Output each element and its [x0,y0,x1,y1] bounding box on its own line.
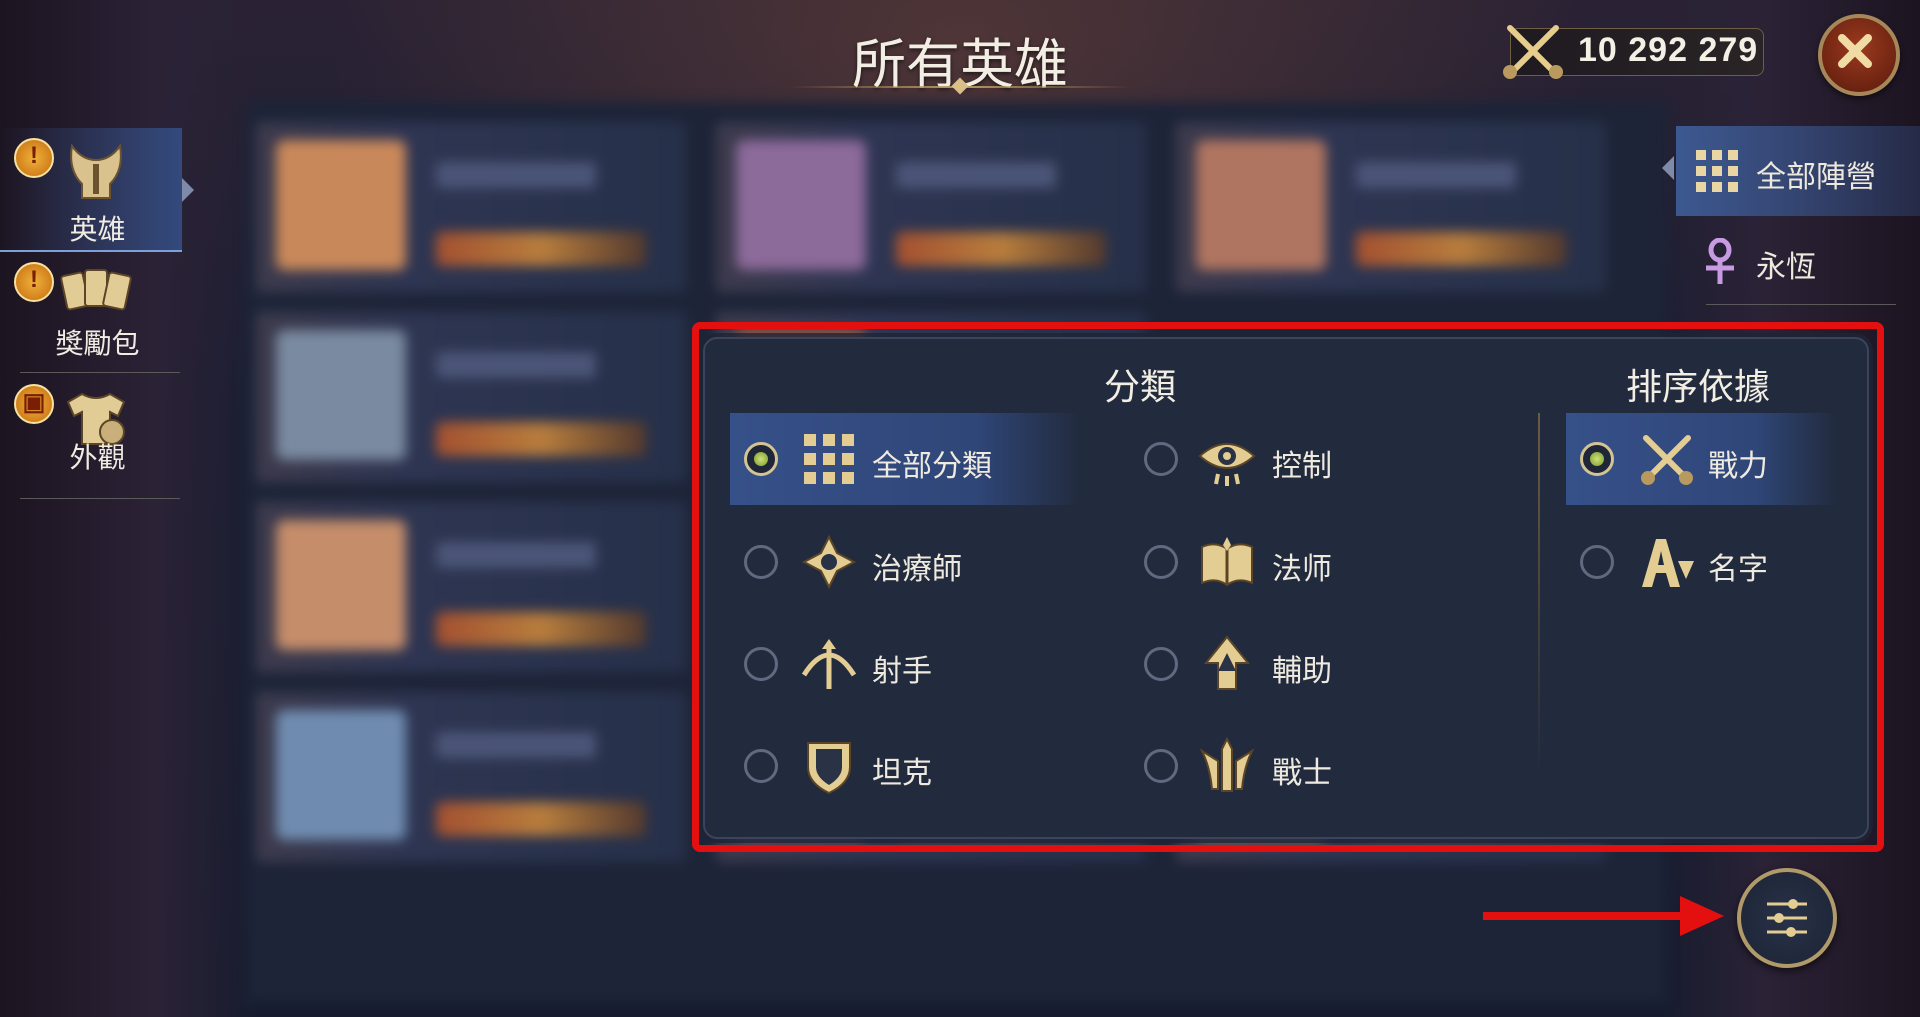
hero-card[interactable] [716,122,1146,292]
sidebar-item-label: 獎勵包 [55,327,140,360]
annotation-highlight-box [692,322,1884,852]
annotation-arrow-line [1483,912,1693,920]
hero-card[interactable] [256,502,686,672]
faction-item-label: 全部陣營 [1756,160,1876,195]
sidebar-item-label: 英雄 [69,213,126,246]
crossed-swords-icon [1503,25,1563,79]
sidebar-divider [20,498,180,499]
sidebar-pointer-icon [1662,156,1674,180]
hero-card[interactable] [256,122,686,292]
total-power-value: 10 292 279 [1578,31,1759,69]
sidebar-divider [20,372,180,373]
faction-item-all[interactable]: 全部陣營 [1676,126,1920,216]
faction-item-label: 永恆 [1756,250,1816,285]
sidebar-divider [1706,304,1896,305]
cards-icon [60,269,132,311]
right-sidebar: 全部陣營 永恆 [1676,126,1920,346]
close-icon [1838,34,1872,68]
hero-card[interactable] [256,312,686,482]
annotation-arrow-icon [1680,896,1724,936]
alert-badge: ! [14,138,54,178]
hero-card[interactable] [256,692,686,862]
hero-card[interactable] [1176,122,1606,292]
alert-badge: ! [14,262,54,302]
grid-icon [1696,150,1738,192]
close-button[interactable] [1818,14,1900,96]
sliders-icon [1767,899,1807,937]
faction-item-eternal[interactable]: 永恆 [1676,222,1920,302]
sidebar-pointer-icon [182,178,194,202]
helmet-icon [70,143,122,199]
filter-toggle-button[interactable] [1737,868,1837,968]
sidebar-item-label: 外觀 [69,441,126,474]
left-sidebar: 英雄 獎勵包 外觀 [0,128,182,508]
gift-badge: ▣ [14,384,54,424]
ankh-icon [1706,238,1734,284]
